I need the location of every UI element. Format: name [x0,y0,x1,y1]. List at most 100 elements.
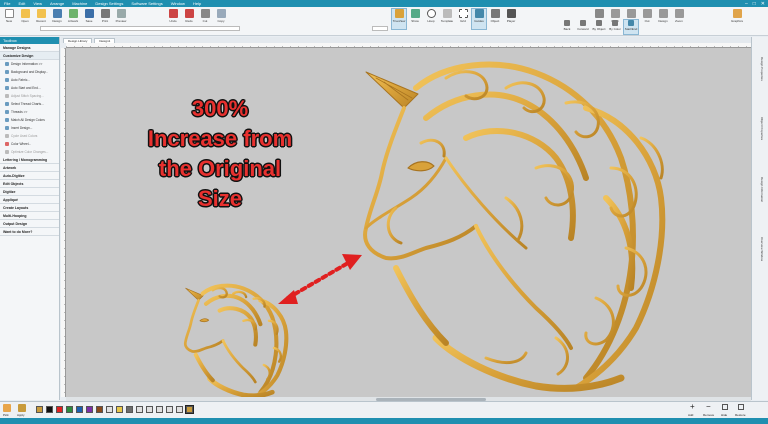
menu-machine[interactable]: Machine [72,1,87,6]
add-icon[interactable]: + [690,403,695,411]
thread-swatch[interactable] [76,406,83,413]
remove-icon[interactable]: − [706,403,711,411]
scissors-icon [200,9,210,18]
thread-swatch[interactable] [156,406,163,413]
preview-icon [116,9,126,18]
open-button[interactable]: Open [18,9,32,29]
menu-view[interactable]: View [33,1,42,6]
start-end-button[interactable]: Start/End [623,19,639,35]
apply-icon[interactable] [18,404,26,412]
close-icon[interactable]: ✕ [761,1,765,7]
caption-line-3: the Original [158,156,282,181]
template-button[interactable]: Template [440,9,454,29]
start-end-icon [5,86,9,90]
minimize-icon[interactable]: – [745,1,748,7]
design-name-field[interactable] [40,26,240,31]
section-applique[interactable]: Appliqué [0,196,59,204]
menu-help[interactable]: Help [193,1,201,6]
hide-icon[interactable] [722,404,728,410]
new-button[interactable]: New [2,9,16,29]
thread-swatch[interactable] [116,406,123,413]
pick-icon[interactable] [3,404,11,412]
zoom-button[interactable]: Zoom [672,9,686,29]
thread-swatch[interactable] [166,406,173,413]
restore-icon[interactable] [738,404,744,410]
thread-swatch[interactable] [106,406,113,413]
design-zoom-button[interactable]: Design [656,9,670,29]
back-button[interactable]: Back [560,20,574,34]
toolbox-item[interactable]: Select Thread Charts... [0,100,59,108]
object-button[interactable]: Object [488,9,502,29]
menu-file[interactable]: File [4,1,10,6]
show-button[interactable]: Show [408,9,422,29]
thread-swatch[interactable] [66,406,73,413]
ribbon-toolbar: New Open Recent Design Artwork Save Prin… [0,7,768,36]
caption-line-4: Size [197,186,243,211]
design-zoom-icon [658,9,668,18]
section-digitize[interactable]: Digitize [0,188,59,196]
tab-overview-window[interactable]: Overview Window [757,237,764,261]
match-colors-icon [5,118,9,122]
thread-swatch[interactable] [136,406,143,413]
fabric-icon [5,78,9,82]
section-lettering[interactable]: Lettering / Monogramming [0,156,59,164]
small-unicorn-embroidery[interactable] [183,283,289,397]
thread-swatch[interactable] [36,406,43,413]
toolbox-item[interactable]: Auto Fabric... [0,76,59,84]
toolbox-item[interactable]: Cycle Used Colors [0,132,59,140]
thread-swatch[interactable] [46,406,53,413]
section-edit-objects[interactable]: Edit Objects [0,180,59,188]
by-color-button[interactable]: By Color [608,20,622,34]
section-manage-designs[interactable]: Manage Designs [0,44,59,52]
thread-swatch[interactable] [56,406,63,413]
toolbox-item[interactable]: Insert Design... [0,124,59,132]
zoom-select[interactable] [372,26,388,31]
section-want-more[interactable]: Want to do More? [0,228,59,236]
thread-swatch[interactable] [96,406,103,413]
tab-object-properties[interactable]: Object Properties [757,117,764,140]
guides-button[interactable]: Guides [471,8,487,30]
toolbox-item[interactable]: Match All Design Colors [0,116,59,124]
maximize-icon[interactable]: □ [753,1,756,7]
thread-swatch[interactable] [126,406,133,413]
zoom-out-button[interactable]: Out [640,9,654,29]
toolbox-item[interactable]: Auto Start and End... [0,84,59,92]
toolbox-item[interactable]: Adjust Stitch Spacing... [0,92,59,100]
print-icon [100,9,110,18]
player-button[interactable]: Player [504,9,518,29]
section-auto-digitize[interactable]: Auto-Digitize [0,172,59,180]
menu-edit[interactable]: Edit [18,1,25,6]
trueview-button[interactable]: TrueView [391,8,407,30]
hoop-button[interactable]: Hoop [424,9,438,29]
thread-swatch-selected[interactable] [185,405,194,414]
toolbox-item[interactable]: Background and Display... [0,68,59,76]
magnifier-icon [674,9,684,18]
show-icon [410,9,420,18]
toolbox-item[interactable]: Optimize Color Changes... [0,148,59,156]
thread-swatch[interactable] [146,406,153,413]
design-canvas[interactable]: 300% Increase from the Original Size [66,48,751,397]
section-multi-hooping[interactable]: Multi-Hooping [0,212,59,220]
tab-design-information[interactable]: Design Information [757,177,764,202]
guides-icon [474,9,484,18]
menu-software-settings[interactable]: Software Settings [131,1,162,6]
section-output-design[interactable]: Output Design [0,220,59,228]
section-artwork[interactable]: Artwork [0,164,59,172]
section-create-layouts[interactable]: Create Layouts [0,204,59,212]
by-object-button[interactable]: By Object [592,20,606,34]
thread-swatch[interactable] [86,406,93,413]
section-customize-design[interactable]: Customize Design [0,52,59,60]
grid-button[interactable]: Grid [456,9,470,29]
thread-swatch[interactable] [176,406,183,413]
tab-design-properties[interactable]: Design Properties [757,57,764,81]
graphics-button[interactable]: Graphics [730,9,744,29]
menu-window[interactable]: Window [171,1,185,6]
toolbox-item[interactable]: Color Wheel... [0,140,59,148]
menu-arrange[interactable]: Arrange [50,1,64,6]
menu-bar: File Edit View Arrange Machine Design Se… [0,0,768,7]
toolbox-item[interactable]: Threads >> [0,108,59,116]
menu-design-settings[interactable]: Design Settings [95,1,123,6]
large-unicorn-embroidery[interactable] [363,61,666,392]
forward-button[interactable]: Forward [576,20,590,34]
toolbox-item[interactable]: Design Information >> [0,60,59,68]
